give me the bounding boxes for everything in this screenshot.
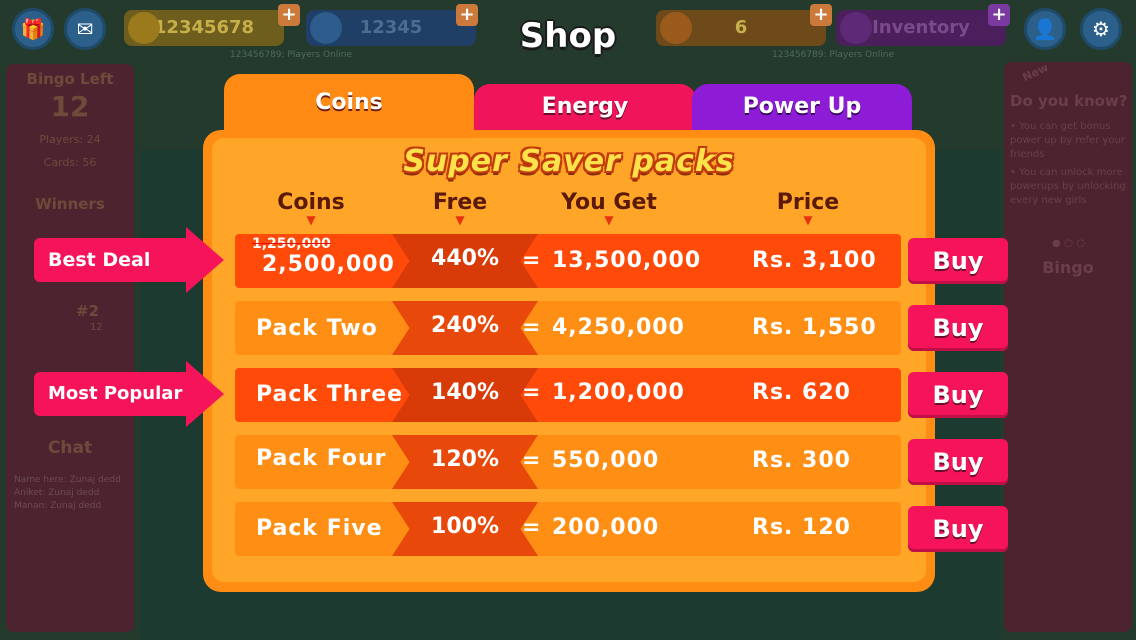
old-coins-amount: 1,250,000 <box>252 236 331 252</box>
tip-item: • You can unlock more powerups by unlock… <box>1010 167 1126 206</box>
you-get-amount: 1,200,000 <box>552 380 685 405</box>
free-percent: 140% <box>431 380 499 405</box>
buy-button[interactable]: Buy <box>908 439 1008 485</box>
free-percent-cell: 440% <box>392 234 538 288</box>
pager-dots: ● ○ ○ <box>1052 238 1086 249</box>
section-title: Super Saver packs <box>403 144 735 179</box>
equals-sign: = <box>522 248 541 273</box>
column-header-free-label: Free <box>432 190 488 215</box>
column-header-you-get-label: You Get <box>561 190 657 215</box>
column-header-price: Price ▼ <box>766 190 850 227</box>
you-get-amount: 4,250,000 <box>552 315 685 340</box>
players-count: Players: 24 <box>39 133 101 146</box>
rank-two-sub: 12 <box>90 322 103 333</box>
tab-coins[interactable]: Coins <box>224 74 474 138</box>
buy-button[interactable]: Buy <box>908 238 1008 284</box>
cards-count: Cards: 56 <box>43 156 97 169</box>
equals-sign: = <box>522 380 541 405</box>
tab-power-up-label: Power Up <box>742 94 862 119</box>
equals-sign: = <box>522 515 541 540</box>
winners-label: Winners <box>35 195 105 213</box>
column-header-coins-label: Coins <box>277 190 345 215</box>
price: Rs. 120 <box>752 515 851 540</box>
price: Rs. 300 <box>752 448 851 473</box>
coins-amount: 2,500,000 <box>262 252 395 277</box>
free-percent: 440% <box>431 246 499 271</box>
tab-energy-label: Energy <box>541 94 629 119</box>
price: Rs. 1,550 <box>752 315 877 340</box>
most-popular-label: Most Popular <box>48 383 183 404</box>
free-percent-cell: 100% <box>392 502 538 556</box>
pack-name: Pack Two <box>256 316 378 341</box>
column-header-you-get: You Get ▼ <box>546 190 672 227</box>
tip-item: • You can get bonus power up by refer yo… <box>1010 121 1125 160</box>
new-ribbon: New <box>1020 60 1051 85</box>
down-arrow-icon: ▼ <box>306 213 316 227</box>
column-header-free: Free ▼ <box>420 190 500 227</box>
column-header-price-label: Price <box>776 190 840 215</box>
you-get-amount: 13,500,000 <box>552 248 702 273</box>
you-get-amount: 550,000 <box>552 448 660 473</box>
chat-line: Name here: Zunaj dedd <box>14 475 121 485</box>
pack-name: Pack Five <box>256 516 383 541</box>
shop-title: Shop <box>519 16 617 56</box>
free-percent: 240% <box>431 313 499 338</box>
chat-line: Aniket: Zunaj dedd <box>14 488 100 498</box>
best-deal-label: Best Deal <box>48 249 151 271</box>
chat-messages: Name here: Zunaj dedd Aniket: Zunaj dedd… <box>14 474 121 513</box>
free-percent: 120% <box>431 447 499 472</box>
column-header-coins: Coins ▼ <box>270 190 352 227</box>
free-percent: 100% <box>431 514 499 539</box>
bingo-left-label: Bingo Left <box>26 70 114 88</box>
bingo-left-value: 12 <box>50 90 90 123</box>
buy-button[interactable]: Buy <box>908 372 1008 418</box>
most-popular-badge: Most Popular <box>34 361 224 427</box>
you-get-amount: 200,000 <box>552 515 660 540</box>
rank-two-label: #2 <box>76 302 100 320</box>
tab-coins-label: Coins <box>315 90 383 115</box>
tips-list: • You can get bonus power up by refer yo… <box>1010 120 1128 208</box>
down-arrow-icon: ▼ <box>604 213 614 227</box>
buy-button[interactable]: Buy <box>908 506 1008 552</box>
free-percent-cell: 140% <box>392 368 538 422</box>
left-sidebar: Bingo Left 12 Players: 24 Cards: 56 Winn… <box>6 64 134 632</box>
price: Rs. 620 <box>752 380 851 405</box>
free-percent-cell: 240% <box>392 301 538 355</box>
price: Rs. 3,100 <box>752 248 877 273</box>
chat-title: Chat <box>47 438 93 458</box>
down-arrow-icon: ▼ <box>455 213 465 227</box>
equals-sign: = <box>522 448 541 473</box>
free-percent-cell: 120% <box>392 435 538 489</box>
buy-button[interactable]: Buy <box>908 305 1008 351</box>
do-you-know-title: Do you know? <box>1010 92 1128 110</box>
chat-line: Manan: Zunaj dedd <box>14 501 102 511</box>
best-deal-badge: Best Deal <box>34 227 224 293</box>
pack-name: Pack Three <box>256 382 404 407</box>
equals-sign: = <box>522 315 541 340</box>
pack-name: Pack Four <box>256 446 387 471</box>
down-arrow-icon: ▼ <box>803 213 813 227</box>
bingo-grid-title: Bingo <box>1042 258 1094 277</box>
